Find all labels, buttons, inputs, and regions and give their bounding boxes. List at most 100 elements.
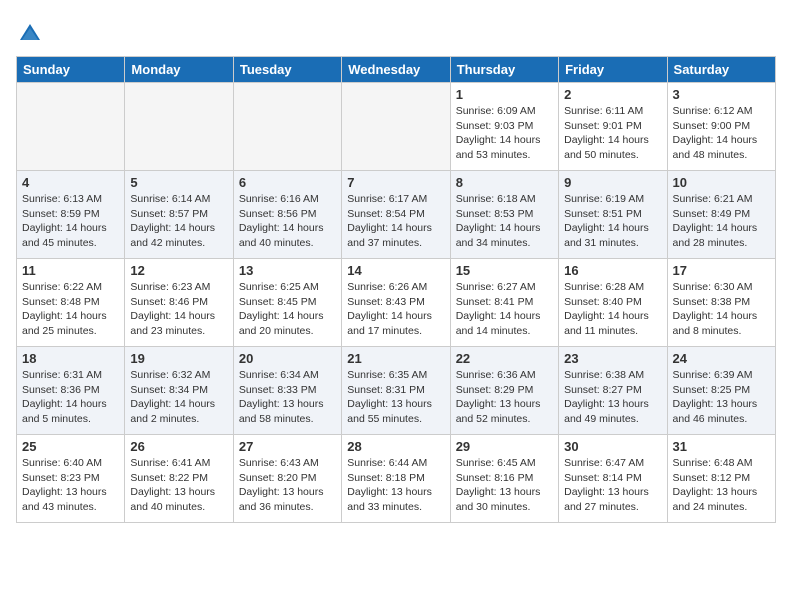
calendar-cell: 15 Sunrise: 6:27 AM Sunset: 8:41 PM Dayli… xyxy=(450,259,558,347)
calendar-cell: 16 Sunrise: 6:28 AM Sunset: 8:40 PM Dayli… xyxy=(559,259,667,347)
calendar-cell: 6 Sunrise: 6:16 AM Sunset: 8:56 PM Daylig… xyxy=(233,171,341,259)
day-number: 8 xyxy=(456,175,553,190)
day-number: 5 xyxy=(130,175,227,190)
day-number: 18 xyxy=(22,351,119,366)
calendar-cell: 4 Sunrise: 6:13 AM Sunset: 8:59 PM Daylig… xyxy=(17,171,125,259)
day-info: Sunrise: 6:38 AM Sunset: 8:27 PM Dayligh… xyxy=(564,368,661,427)
calendar-cell: 1 Sunrise: 6:09 AM Sunset: 9:03 PM Daylig… xyxy=(450,83,558,171)
day-info: Sunrise: 6:27 AM Sunset: 8:41 PM Dayligh… xyxy=(456,280,553,339)
calendar-cell: 7 Sunrise: 6:17 AM Sunset: 8:54 PM Daylig… xyxy=(342,171,450,259)
calendar-cell: 30Sunrise: 6:47 AM Sunset: 8:14 PM Dayli… xyxy=(559,435,667,523)
day-number: 6 xyxy=(239,175,336,190)
day-number: 30 xyxy=(564,439,661,454)
calendar-cell: 14 Sunrise: 6:26 AM Sunset: 8:43 PM Dayli… xyxy=(342,259,450,347)
calendar-cell: 3 Sunrise: 6:12 AM Sunset: 9:00 PM Daylig… xyxy=(667,83,775,171)
calendar-cell: 26Sunrise: 6:41 AM Sunset: 8:22 PM Dayli… xyxy=(125,435,233,523)
calendar-cell: 27 Sunrise: 6:43 AM Sunset: 8:20 PM Dayli… xyxy=(233,435,341,523)
calendar-cell xyxy=(233,83,341,171)
day-number: 2 xyxy=(564,87,661,102)
header-day-monday: Monday xyxy=(125,57,233,83)
day-info: Sunrise: 6:32 AM Sunset: 8:34 PM Dayligh… xyxy=(130,368,227,427)
day-info: Sunrise: 6:22 AM Sunset: 8:48 PM Dayligh… xyxy=(22,280,119,339)
calendar-cell: 13Sunrise: 6:25 AM Sunset: 8:45 PM Dayli… xyxy=(233,259,341,347)
day-number: 19 xyxy=(130,351,227,366)
calendar-cell: 31 Sunrise: 6:48 AM Sunset: 8:12 PM Dayli… xyxy=(667,435,775,523)
calendar-week-4: 18 Sunrise: 6:31 AM Sunset: 8:36 PM Dayli… xyxy=(17,347,776,435)
day-info: Sunrise: 6:30 AM Sunset: 8:38 PM Dayligh… xyxy=(673,280,770,339)
calendar-cell: 25 Sunrise: 6:40 AM Sunset: 8:23 PM Dayli… xyxy=(17,435,125,523)
calendar-cell: 8 Sunrise: 6:18 AM Sunset: 8:53 PM Daylig… xyxy=(450,171,558,259)
header-day-sunday: Sunday xyxy=(17,57,125,83)
day-number: 24 xyxy=(673,351,770,366)
day-info: Sunrise: 6:14 AM Sunset: 8:57 PM Dayligh… xyxy=(130,192,227,251)
day-number: 9 xyxy=(564,175,661,190)
calendar-cell: 22Sunrise: 6:36 AM Sunset: 8:29 PM Dayli… xyxy=(450,347,558,435)
day-info: Sunrise: 6:19 AM Sunset: 8:51 PM Dayligh… xyxy=(564,192,661,251)
calendar-cell: 23 Sunrise: 6:38 AM Sunset: 8:27 PM Dayli… xyxy=(559,347,667,435)
header-day-thursday: Thursday xyxy=(450,57,558,83)
calendar-cell: 10 Sunrise: 6:21 AM Sunset: 8:49 PM Dayli… xyxy=(667,171,775,259)
day-info: Sunrise: 6:45 AM Sunset: 8:16 PM Dayligh… xyxy=(456,456,553,515)
day-number: 25 xyxy=(22,439,119,454)
calendar-header-row: SundayMondayTuesdayWednesdayThursdayFrid… xyxy=(17,57,776,83)
calendar: SundayMondayTuesdayWednesdayThursdayFrid… xyxy=(16,56,776,523)
day-info: Sunrise: 6:23 AM Sunset: 8:46 PM Dayligh… xyxy=(130,280,227,339)
calendar-cell: 17Sunrise: 6:30 AM Sunset: 8:38 PM Dayli… xyxy=(667,259,775,347)
day-info: Sunrise: 6:13 AM Sunset: 8:59 PM Dayligh… xyxy=(22,192,119,251)
day-info: Sunrise: 6:41 AM Sunset: 8:22 PM Dayligh… xyxy=(130,456,227,515)
day-info: Sunrise: 6:35 AM Sunset: 8:31 PM Dayligh… xyxy=(347,368,444,427)
day-info: Sunrise: 6:17 AM Sunset: 8:54 PM Dayligh… xyxy=(347,192,444,251)
day-number: 29 xyxy=(456,439,553,454)
calendar-cell: 19 Sunrise: 6:32 AM Sunset: 8:34 PM Dayli… xyxy=(125,347,233,435)
day-info: Sunrise: 6:39 AM Sunset: 8:25 PM Dayligh… xyxy=(673,368,770,427)
day-info: Sunrise: 6:48 AM Sunset: 8:12 PM Dayligh… xyxy=(673,456,770,515)
day-number: 21 xyxy=(347,351,444,366)
day-info: Sunrise: 6:25 AM Sunset: 8:45 PM Dayligh… xyxy=(239,280,336,339)
day-number: 14 xyxy=(347,263,444,278)
day-number: 1 xyxy=(456,87,553,102)
day-number: 23 xyxy=(564,351,661,366)
day-info: Sunrise: 6:18 AM Sunset: 8:53 PM Dayligh… xyxy=(456,192,553,251)
calendar-cell: 29 Sunrise: 6:45 AM Sunset: 8:16 PM Dayli… xyxy=(450,435,558,523)
day-info: Sunrise: 6:12 AM Sunset: 9:00 PM Dayligh… xyxy=(673,104,770,163)
day-info: Sunrise: 6:44 AM Sunset: 8:18 PM Dayligh… xyxy=(347,456,444,515)
calendar-cell: 24 Sunrise: 6:39 AM Sunset: 8:25 PM Dayli… xyxy=(667,347,775,435)
header-day-tuesday: Tuesday xyxy=(233,57,341,83)
calendar-cell: 2 Sunrise: 6:11 AM Sunset: 9:01 PM Daylig… xyxy=(559,83,667,171)
calendar-cell: 11Sunrise: 6:22 AM Sunset: 8:48 PM Dayli… xyxy=(17,259,125,347)
day-number: 15 xyxy=(456,263,553,278)
day-info: Sunrise: 6:11 AM Sunset: 9:01 PM Dayligh… xyxy=(564,104,661,163)
header-day-friday: Friday xyxy=(559,57,667,83)
logo xyxy=(16,20,48,48)
day-number: 12 xyxy=(130,263,227,278)
day-info: Sunrise: 6:09 AM Sunset: 9:03 PM Dayligh… xyxy=(456,104,553,163)
calendar-cell xyxy=(125,83,233,171)
header xyxy=(16,16,776,48)
day-info: Sunrise: 6:28 AM Sunset: 8:40 PM Dayligh… xyxy=(564,280,661,339)
header-day-wednesday: Wednesday xyxy=(342,57,450,83)
calendar-cell xyxy=(17,83,125,171)
day-info: Sunrise: 6:26 AM Sunset: 8:43 PM Dayligh… xyxy=(347,280,444,339)
day-number: 3 xyxy=(673,87,770,102)
day-info: Sunrise: 6:16 AM Sunset: 8:56 PM Dayligh… xyxy=(239,192,336,251)
calendar-cell: 5 Sunrise: 6:14 AM Sunset: 8:57 PM Daylig… xyxy=(125,171,233,259)
day-info: Sunrise: 6:43 AM Sunset: 8:20 PM Dayligh… xyxy=(239,456,336,515)
day-number: 4 xyxy=(22,175,119,190)
day-number: 16 xyxy=(564,263,661,278)
day-info: Sunrise: 6:21 AM Sunset: 8:49 PM Dayligh… xyxy=(673,192,770,251)
day-number: 27 xyxy=(239,439,336,454)
day-info: Sunrise: 6:40 AM Sunset: 8:23 PM Dayligh… xyxy=(22,456,119,515)
calendar-cell: 12 Sunrise: 6:23 AM Sunset: 8:46 PM Dayli… xyxy=(125,259,233,347)
day-number: 10 xyxy=(673,175,770,190)
day-number: 20 xyxy=(239,351,336,366)
day-info: Sunrise: 6:34 AM Sunset: 8:33 PM Dayligh… xyxy=(239,368,336,427)
day-info: Sunrise: 6:31 AM Sunset: 8:36 PM Dayligh… xyxy=(22,368,119,427)
calendar-week-3: 11Sunrise: 6:22 AM Sunset: 8:48 PM Dayli… xyxy=(17,259,776,347)
calendar-week-2: 4 Sunrise: 6:13 AM Sunset: 8:59 PM Daylig… xyxy=(17,171,776,259)
day-info: Sunrise: 6:36 AM Sunset: 8:29 PM Dayligh… xyxy=(456,368,553,427)
day-number: 7 xyxy=(347,175,444,190)
calendar-cell: 28Sunrise: 6:44 AM Sunset: 8:18 PM Dayli… xyxy=(342,435,450,523)
calendar-cell xyxy=(342,83,450,171)
calendar-cell: 18 Sunrise: 6:31 AM Sunset: 8:36 PM Dayli… xyxy=(17,347,125,435)
day-number: 31 xyxy=(673,439,770,454)
